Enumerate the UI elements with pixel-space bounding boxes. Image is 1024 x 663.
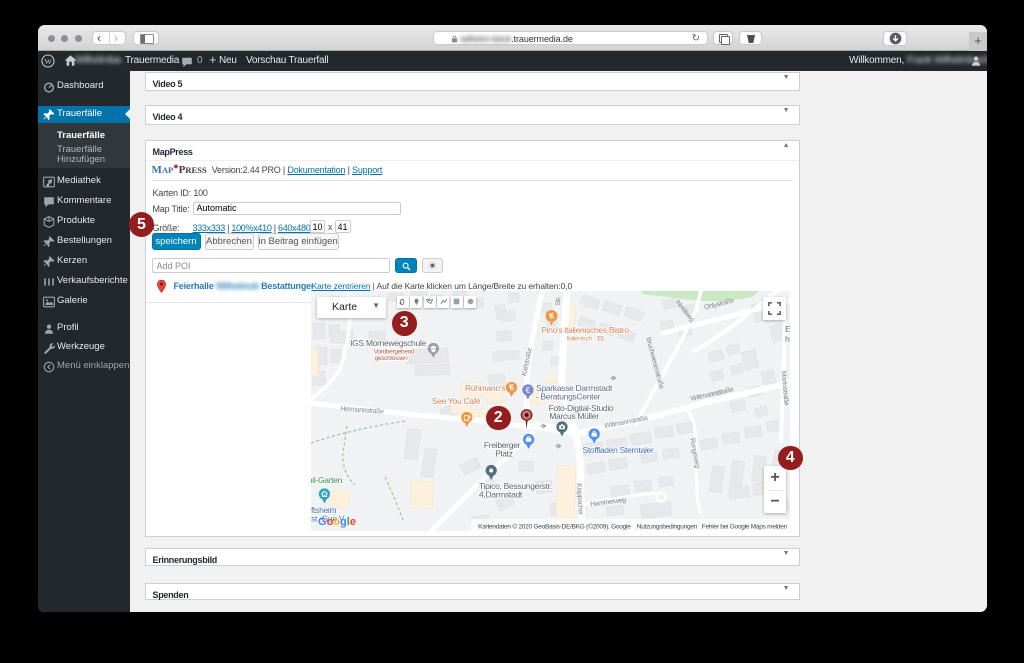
svg-text:See You Café: See You Café [432, 396, 481, 406]
svg-text:nil-Garten: nil-Garten [311, 475, 343, 485]
svg-text:Rühmann's: Rühmann's [465, 383, 505, 393]
svg-text:Stoffladen Sterntaler: Stoffladen Sterntaler [582, 445, 654, 455]
svg-text:Kartendaten © 2020 GeoBasis-DE: Kartendaten © 2020 GeoBasis-DE/BKG (©200… [478, 522, 788, 530]
svg-text:Ev: Ev [785, 324, 790, 334]
svg-text:geschlossen: geschlossen [375, 355, 409, 362]
svg-text:W: W [44, 57, 52, 66]
svg-text:Str.: Str. [555, 295, 563, 305]
svg-text:Pino's italienisches Bistro: Pino's italienisches Bistro [541, 325, 629, 335]
svg-text:Marcus Müller: Marcus Müller [549, 411, 599, 421]
svg-text:IGS Mornewegschule: IGS Mornewegschule [350, 338, 426, 348]
svg-text:- BeratungsCenter: - BeratungsCenter [536, 391, 601, 401]
svg-text:he: he [785, 334, 790, 344]
svg-text:4,Darmstadt: 4,Darmstadt [479, 489, 523, 499]
svg-text:Italienisch · $$: Italienisch · $$ [566, 335, 604, 342]
svg-text:Platz: Platz [495, 448, 512, 458]
svg-text:€: € [526, 385, 531, 394]
